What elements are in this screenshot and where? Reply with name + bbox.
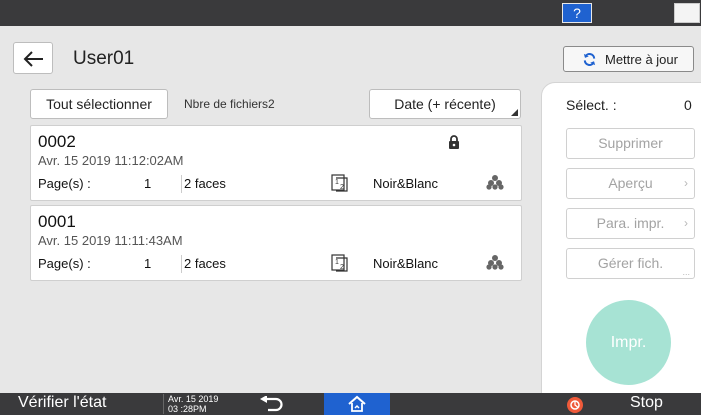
- delete-button[interactable]: Supprimer: [566, 128, 695, 159]
- selected-count: 0: [684, 97, 692, 113]
- duplex-icon: 12: [331, 174, 349, 197]
- chevron-right-icon: ›: [684, 176, 688, 190]
- select-all-button[interactable]: Tout sélectionner: [30, 89, 168, 119]
- question-icon: ?: [573, 5, 581, 21]
- manage-files-label: Gérer fich.: [597, 255, 664, 271]
- preview-label: Aperçu: [608, 175, 653, 191]
- top-status-bar: ?: [0, 0, 701, 26]
- back-button[interactable]: [13, 42, 53, 74]
- delete-label: Supprimer: [598, 135, 663, 151]
- clock-date: Avr. 15 2019: [168, 394, 219, 404]
- svg-text:1: 1: [335, 179, 339, 186]
- divider: [181, 175, 182, 193]
- preview-button[interactable]: Aperçu ›: [566, 168, 695, 199]
- sides-value: 2 faces: [184, 256, 226, 271]
- more-icon: ...: [682, 267, 690, 277]
- print-settings-label: Para. impr.: [596, 215, 665, 231]
- manage-files-button[interactable]: Gérer fich....: [566, 248, 695, 279]
- print-button[interactable]: Impr.: [586, 300, 671, 385]
- file-date: Avr. 15 2019 11:12:02AM: [38, 153, 184, 168]
- collate-icon: [486, 174, 504, 195]
- collate-icon: [486, 254, 504, 275]
- clock: Avr. 15 2019 03 :28PM: [168, 394, 218, 414]
- undo-icon[interactable]: [258, 395, 286, 415]
- lock-icon: [448, 135, 460, 154]
- svg-text:1: 1: [335, 259, 339, 266]
- sort-button[interactable]: Date (+ récente): [369, 89, 521, 119]
- stop-icon[interactable]: [567, 397, 583, 413]
- file-row[interactable]: 0002 Avr. 15 2019 11:12:02AM Page(s) : 1…: [30, 125, 522, 201]
- pages-label: Page(s) :: [38, 176, 91, 191]
- clock-time: 03 :28PM: [168, 404, 207, 414]
- color-mode: Noir&Blanc: [373, 176, 439, 191]
- divider: [181, 255, 182, 273]
- file-list: 0002 Avr. 15 2019 11:12:02AM Page(s) : 1…: [30, 125, 522, 283]
- sort-label: Date (+ récente): [394, 96, 496, 112]
- help-button[interactable]: ?: [562, 3, 592, 23]
- page-title: User01: [73, 48, 135, 69]
- file-count: Nbre de fichiers2: [184, 97, 275, 111]
- pages-label: Page(s) :: [38, 256, 91, 271]
- svg-text:2: 2: [340, 184, 344, 191]
- back-arrow-icon: [23, 51, 43, 67]
- sides-value: 2 faces: [184, 176, 226, 191]
- divider: [163, 394, 164, 414]
- dropdown-corner-icon: [511, 109, 518, 116]
- file-date: Avr. 15 2019 11:11:43AM: [38, 233, 183, 248]
- selected-label: Sélect. :: [566, 97, 617, 113]
- chevron-right-icon: ›: [684, 216, 688, 230]
- refresh-label: Mettre à jour: [605, 52, 678, 67]
- side-panel: Sélect. : 0 Supprimer Aperçu › Para. impr…: [541, 82, 701, 415]
- duplex-icon: 12: [331, 254, 349, 277]
- file-row[interactable]: 0001 Avr. 15 2019 11:11:43AM Page(s) : 1…: [30, 205, 522, 281]
- night-mode-button[interactable]: [674, 3, 700, 23]
- file-name: 0002: [38, 132, 76, 151]
- pages-value: 1: [144, 176, 152, 191]
- pages-value: 1: [144, 256, 152, 271]
- bottom-bar: Vérifier l'état Avr. 15 2019 03 :28PM Sto…: [0, 393, 701, 415]
- print-settings-button[interactable]: Para. impr. ›: [566, 208, 695, 239]
- color-mode: Noir&Blanc: [373, 256, 439, 271]
- stop-button[interactable]: Stop: [630, 394, 663, 412]
- refresh-button[interactable]: Mettre à jour: [563, 46, 694, 72]
- home-button[interactable]: [324, 393, 390, 415]
- file-name: 0001: [38, 212, 76, 231]
- home-icon: [348, 395, 366, 412]
- check-status-button[interactable]: Vérifier l'état: [18, 394, 106, 412]
- svg-text:2: 2: [340, 264, 344, 271]
- moon-icon: [684, 7, 690, 19]
- refresh-icon: [583, 53, 596, 66]
